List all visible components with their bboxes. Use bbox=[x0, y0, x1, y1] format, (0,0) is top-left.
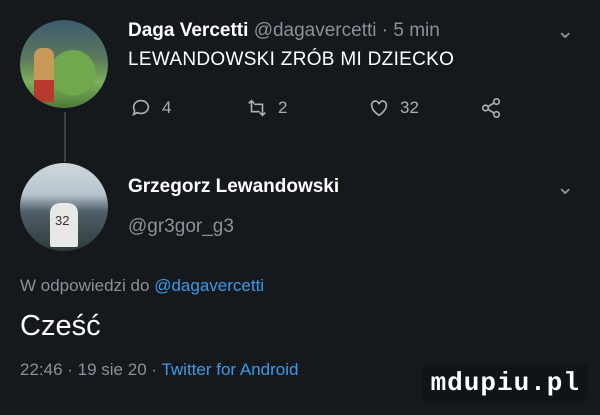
timestamp[interactable]: 5 min bbox=[393, 20, 439, 41]
retweet-icon bbox=[248, 99, 266, 117]
tweet-meta: 22:46 · 19 sie 20 · Twitter for Android bbox=[20, 360, 298, 380]
reply-button[interactable]: 4 bbox=[130, 97, 171, 119]
tweet-text: LEWANDOWSKI ZRÓB MI DZIECKO bbox=[128, 49, 455, 70]
tweet-timestamp: 22:46 · 19 sie 20 · bbox=[20, 360, 158, 379]
avatar-figure-shirt bbox=[34, 80, 54, 102]
like-icon bbox=[370, 100, 388, 117]
like-count: 32 bbox=[400, 98, 419, 117]
tweet-header: Daga Vercetti @dagavercetti · 5 min bbox=[128, 20, 440, 42]
avatar[interactable]: 32 bbox=[20, 163, 108, 251]
handle[interactable]: @dagavercetti bbox=[254, 20, 377, 41]
retweet-count: 2 bbox=[278, 98, 288, 117]
in-reply-to: W odpowiedzi do @dagavercetti bbox=[20, 276, 264, 296]
retweet-button[interactable]: 2 bbox=[246, 97, 287, 119]
in-reply-prefix: W odpowiedzi do bbox=[20, 276, 150, 295]
reply-icon bbox=[132, 99, 150, 116]
reply-text: Cześć bbox=[20, 310, 101, 342]
share-icon bbox=[481, 98, 501, 118]
chevron-down-icon[interactable]: ⌄ bbox=[556, 18, 574, 44]
like-button[interactable]: 32 bbox=[368, 97, 419, 119]
avatar-jersey: 32 bbox=[55, 213, 70, 228]
avatar[interactable] bbox=[20, 20, 108, 108]
display-name[interactable]: Grzegorz Lewandowski bbox=[128, 176, 339, 198]
handle[interactable]: @gr3gor_g3 bbox=[128, 216, 234, 238]
client-link[interactable]: Twitter for Android bbox=[161, 360, 298, 379]
reply-count: 4 bbox=[162, 98, 172, 117]
in-reply-handle-link[interactable]: @dagavercetti bbox=[154, 276, 264, 295]
watermark-logo: mdupiu.pl bbox=[422, 365, 588, 401]
separator: · bbox=[381, 20, 389, 41]
display-name[interactable]: Daga Vercetti bbox=[128, 20, 248, 41]
chevron-down-icon[interactable]: ⌄ bbox=[556, 174, 574, 200]
thread-connector bbox=[64, 112, 66, 162]
share-button[interactable] bbox=[480, 97, 502, 119]
